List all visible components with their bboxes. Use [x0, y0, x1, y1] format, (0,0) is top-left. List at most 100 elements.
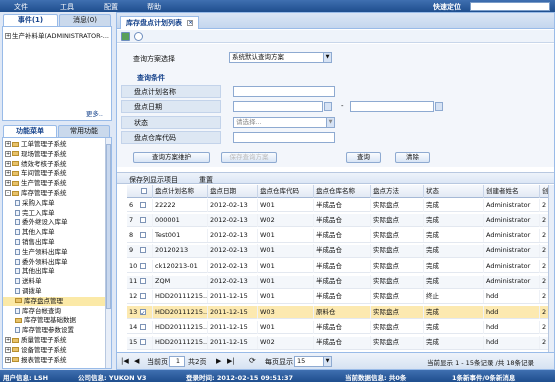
save-columns-button[interactable]: 保存列显示项目 [129, 175, 178, 185]
scheme-select[interactable]: 系统默认查询方案 ▼ [229, 52, 332, 63]
table-row[interactable]: 6 22222 2012-02-13 W01 半成品仓 实际盘点 完成 Administrat… [127, 198, 554, 212]
table-row[interactable]: 10 ck120213-01 2012-02-13 W01 半成品仓 实际盘点 完成 Admi… [127, 259, 554, 274]
column-header[interactable] [127, 185, 153, 198]
expand-icon[interactable]: + [5, 356, 11, 363]
more-link[interactable]: 更多.. [86, 108, 103, 118]
expand-icon[interactable]: + [5, 346, 11, 353]
tree-item[interactable]: + 质量管理子系统 [3, 336, 106, 345]
table-row[interactable]: 13 HDD20111215...2011-12-15W03原料仓实际盘点完成hd… [127, 305, 554, 320]
row-checkbox[interactable] [140, 339, 146, 346]
tree-item[interactable]: 库存台帐查询 [3, 307, 106, 316]
tree-scrollbar[interactable] [105, 138, 111, 368]
tree-item[interactable]: + 生产管理子系统 [3, 179, 106, 188]
expand-icon[interactable]: + [5, 150, 11, 157]
calendar-icon[interactable] [435, 102, 443, 111]
save-scheme-button[interactable]: 保存查询方案 [221, 152, 277, 163]
tree-item[interactable]: 其他出库单 [3, 267, 106, 276]
tab-function-menu[interactable]: 功能菜单 [3, 125, 57, 137]
tree-item[interactable]: 库存盘点管理 [3, 296, 106, 306]
menu-config[interactable]: 配置 [104, 2, 118, 12]
menu-file[interactable]: 文件 [14, 2, 28, 12]
table-row[interactable]: 12 HDD20111215... 2011-12-15 W01 半成品仓 实际盘点 终止 h… [127, 290, 554, 304]
page-number-input[interactable]: 1 [169, 356, 185, 367]
date-to-input[interactable] [350, 101, 434, 112]
row-checkbox[interactable] [140, 293, 146, 300]
row-checkbox[interactable] [140, 323, 146, 330]
chevron-down-icon[interactable]: ▼ [326, 118, 334, 127]
expand-icon[interactable]: + [5, 170, 11, 177]
column-header[interactable]: 状态 [424, 185, 484, 198]
tab-events[interactable]: 事件(1) [3, 14, 58, 26]
edit-icon[interactable] [121, 32, 130, 41]
tree-item[interactable]: 委外继设入库单 [3, 218, 106, 227]
table-row[interactable]: 14 HDD20111215... 2011-12-15 W01 半成品仓 实际盘点 完成 h… [127, 320, 554, 335]
tree-item[interactable]: 库存管理参数设置 [3, 326, 106, 335]
tree-item[interactable]: 其他入库单 [3, 228, 106, 237]
expand-icon[interactable]: + [5, 33, 11, 39]
clear-button[interactable]: 清除 [395, 152, 430, 163]
column-header[interactable]: 创建者姓名 [484, 185, 540, 198]
column-header[interactable]: 盘点日期 [208, 185, 258, 198]
tree-item[interactable]: + 工单管理子系统 [3, 140, 106, 149]
row-checkbox[interactable] [140, 232, 146, 239]
warehouse-code-input[interactable] [233, 132, 335, 143]
tree-item[interactable]: + 现场管理子系统 [3, 150, 106, 159]
plan-name-input[interactable] [233, 86, 335, 97]
grid-scrollbar[interactable] [548, 185, 554, 352]
expand-icon[interactable]: + [5, 160, 11, 167]
tab-common-functions[interactable]: 常用功能 [58, 125, 110, 137]
expand-icon[interactable]: + [5, 337, 11, 343]
menu-tools[interactable]: 工具 [60, 2, 74, 12]
reset-button[interactable]: 重置 [199, 175, 213, 185]
row-checkbox[interactable] [140, 278, 146, 284]
tab-messages[interactable]: 消息(0) [59, 14, 111, 26]
calendar-icon[interactable] [324, 102, 332, 111]
row-checkbox[interactable] [140, 307, 146, 319]
event-item[interactable]: + 生产补料单(ADMINISTRATOR-... [5, 30, 109, 40]
tree-item[interactable]: 销售出库单 [3, 238, 106, 247]
table-row[interactable]: 8 Test001 2012-02-13 W01 半成品仓 实际盘点 完成 Administr… [127, 229, 554, 243]
first-page-icon[interactable]: |◀ [121, 357, 129, 365]
tree-item[interactable]: + 设备管理子系统 [3, 346, 106, 355]
collapse-icon[interactable]: - [5, 190, 11, 196]
tree-item[interactable]: 委外领料出库单 [3, 258, 106, 267]
last-page-icon[interactable]: ▶| [227, 357, 235, 365]
column-header[interactable]: 盘点计划名称 [153, 185, 208, 198]
tree-scroll-thumb[interactable] [106, 144, 111, 309]
per-page-select[interactable]: 15 ▼ [294, 356, 332, 367]
refresh-icon[interactable] [134, 32, 143, 41]
select-all-checkbox[interactable] [141, 187, 147, 194]
tree-item[interactable]: 送料单 [3, 277, 106, 286]
column-header[interactable]: 盘点方法 [371, 185, 424, 198]
tree-item[interactable]: 生产领料出库单 [3, 248, 106, 257]
row-checkbox[interactable] [140, 247, 146, 254]
column-header[interactable]: 盘点仓库代码 [258, 185, 314, 198]
tab-inventory-plan-list[interactable]: 库存盘点计划列表 × [120, 16, 200, 29]
expand-icon[interactable]: + [5, 141, 11, 147]
tree-item[interactable]: - 库存管理子系统 [3, 189, 106, 198]
quick-locate-input[interactable] [470, 2, 550, 11]
close-tab-icon[interactable]: × [187, 20, 194, 26]
refresh-icon[interactable]: ⟳ [249, 356, 256, 365]
table-row[interactable]: 15 HDD20111215... 2011-12-15 W02 半成品仓 实际盘点 完成 h… [127, 336, 554, 350]
chevron-down-icon[interactable]: ▼ [323, 357, 331, 366]
table-row[interactable]: 7 000001 2012-02-13 W02 半成品仓 实际盘点 完成 Administra… [127, 213, 554, 228]
menu-help[interactable]: 帮助 [147, 2, 161, 12]
expand-icon[interactable]: + [5, 180, 11, 187]
tree-item[interactable]: 完工入库单 [3, 209, 106, 218]
column-header[interactable]: 盘点仓库名称 [314, 185, 371, 198]
status-select[interactable]: 请选择... ▼ [233, 117, 335, 128]
tree-item[interactable]: 库存管理基础数据 [3, 316, 106, 325]
row-checkbox[interactable] [140, 201, 146, 208]
query-button[interactable]: 查询 [346, 152, 381, 163]
tree-item[interactable]: 采购入库单 [3, 199, 106, 208]
tree-item[interactable]: + 绩效考核子系统 [3, 160, 106, 169]
tree-item[interactable]: + 车间管理子系统 [3, 169, 106, 178]
prev-page-icon[interactable]: ◀ [134, 357, 139, 365]
date-from-input[interactable] [233, 101, 323, 112]
maintain-scheme-button[interactable]: 查询方案维护 [133, 152, 210, 163]
chevron-down-icon[interactable]: ▼ [323, 53, 331, 62]
row-checkbox[interactable] [140, 216, 146, 223]
table-row[interactable]: 11 ZQM 2012-02-13 W01 半成品仓 实际盘点 完成 Administrato… [127, 275, 554, 289]
row-checkbox[interactable] [140, 262, 146, 269]
